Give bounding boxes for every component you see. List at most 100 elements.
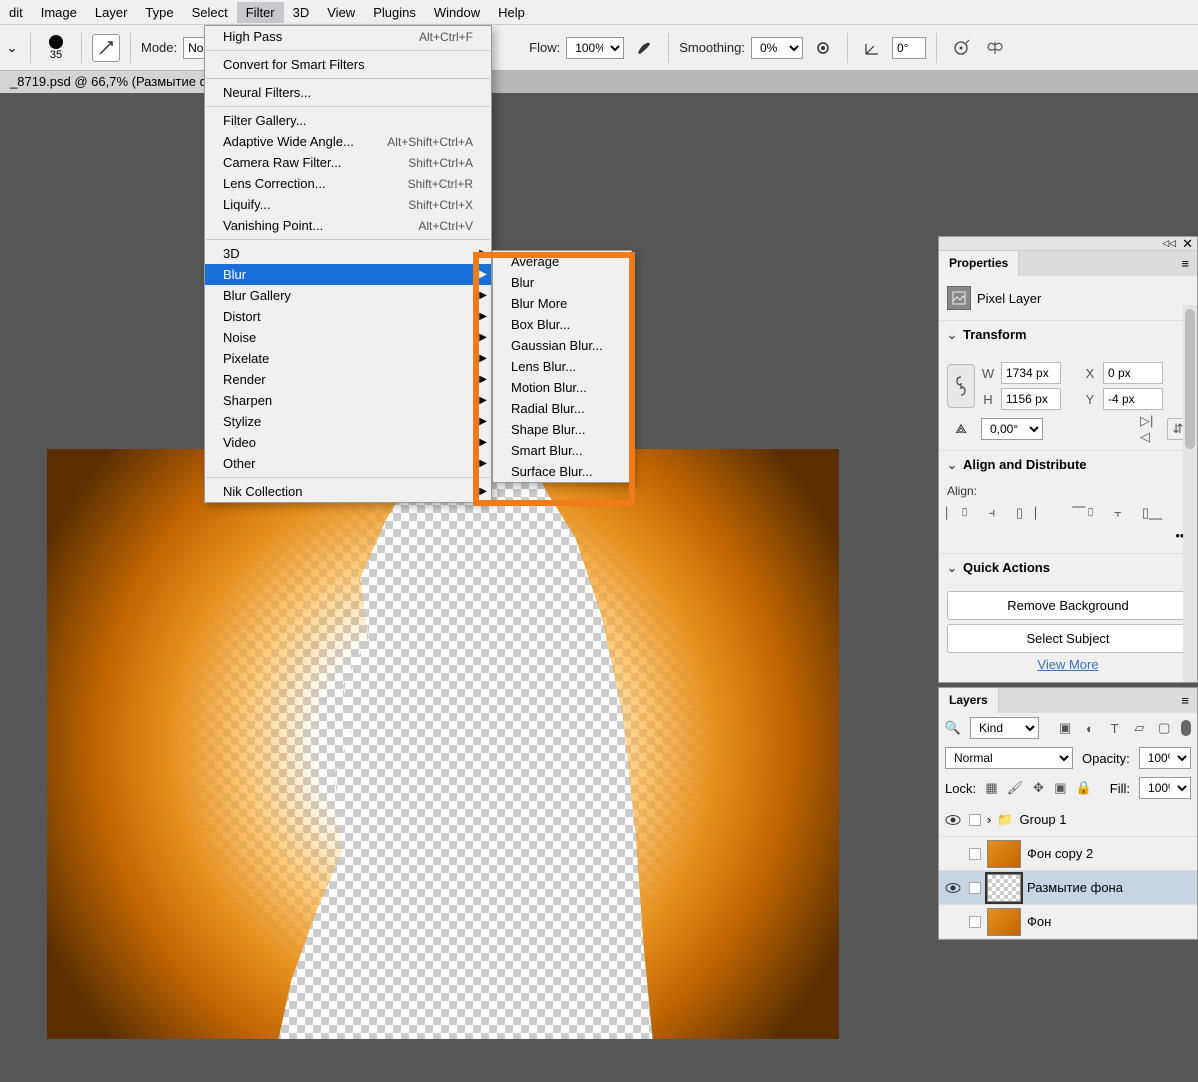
view-more-link[interactable]: View More [947, 657, 1189, 672]
menu-plugins[interactable]: Plugins [364, 2, 425, 23]
filter-menu-item[interactable]: Vanishing Point...Alt+Ctrl+V [205, 215, 491, 236]
filter-menu-item[interactable]: Stylize▶ [205, 411, 491, 432]
align-section-header[interactable]: Align and Distribute [939, 450, 1197, 478]
layer-thumbnail[interactable] [987, 840, 1021, 868]
canvas[interactable] [47, 449, 839, 1039]
filter-pixel-icon[interactable]: ▣ [1057, 720, 1073, 736]
remove-background-button[interactable]: Remove Background [947, 591, 1189, 620]
filter-menu-item[interactable]: Neural Filters... [205, 82, 491, 103]
smoothing-select[interactable]: 0% [751, 37, 803, 59]
panel-menu-icon[interactable]: ≡ [1173, 251, 1197, 276]
blur-submenu-item[interactable]: Surface Blur... [493, 461, 631, 482]
layer-checkbox[interactable] [969, 814, 981, 826]
flow-select[interactable]: 100% [566, 37, 624, 59]
filter-menu-item[interactable]: Liquify...Shift+Ctrl+X [205, 194, 491, 215]
visibility-eye-icon[interactable] [945, 882, 963, 894]
close-icon[interactable]: ✕ [1182, 236, 1193, 252]
layer-row[interactable]: ›📁Group 1 [939, 803, 1197, 837]
filter-menu-item[interactable]: Noise▶ [205, 327, 491, 348]
layer-checkbox[interactable] [969, 882, 981, 894]
blur-submenu-item[interactable]: Average [493, 251, 631, 272]
filter-menu-item[interactable]: Blur▶ [205, 264, 491, 285]
x-input[interactable] [1103, 362, 1163, 384]
transform-section-header[interactable]: Transform [939, 320, 1197, 348]
filter-shape-icon[interactable]: ▱ [1132, 720, 1148, 736]
y-input[interactable] [1103, 388, 1163, 410]
menu-edit[interactable]: dit [0, 2, 32, 23]
filter-menu-item[interactable]: Nik Collection▶ [205, 481, 491, 502]
align-top-icon[interactable]: ⎺▯ [1073, 502, 1095, 524]
filter-menu-item[interactable]: 3D▶ [205, 243, 491, 264]
filter-menu-item[interactable]: Lens Correction...Shift+Ctrl+R [205, 173, 491, 194]
layer-name[interactable]: Group 1 [1020, 812, 1067, 827]
width-input[interactable] [1001, 362, 1061, 384]
menu-select[interactable]: Select [183, 2, 237, 23]
align-bottom-icon[interactable]: ▯⎽ [1141, 502, 1163, 524]
blur-submenu-item[interactable]: Motion Blur... [493, 377, 631, 398]
filter-adjust-icon[interactable]: ◐ [1082, 720, 1098, 736]
target-pressure-icon[interactable] [947, 34, 975, 62]
layer-thumbnail[interactable] [987, 908, 1021, 936]
filter-toggle-icon[interactable] [1181, 720, 1191, 736]
filter-menu-item[interactable]: Distort▶ [205, 306, 491, 327]
blur-submenu-item[interactable]: Blur [493, 272, 631, 293]
blend-mode-select[interactable]: Normal [945, 747, 1073, 769]
filter-menu-item[interactable]: Blur Gallery▶ [205, 285, 491, 306]
tool-dropdown-icon[interactable]: ⌄ [4, 34, 20, 62]
select-subject-button[interactable]: Select Subject [947, 624, 1189, 653]
smoothing-gear-icon[interactable] [809, 34, 837, 62]
align-left-icon[interactable]: ⎸▯ [947, 502, 969, 524]
tablet-pressure-icon[interactable] [92, 34, 120, 62]
filter-menu-item[interactable]: Convert for Smart Filters [205, 54, 491, 75]
layers-panel-menu-icon[interactable]: ≡ [1173, 688, 1197, 713]
collapse-icon[interactable]: ◁◁ [1162, 238, 1176, 249]
properties-scrollbar[interactable] [1183, 305, 1197, 682]
opacity-select[interactable]: 100% [1139, 747, 1191, 769]
blur-submenu-item[interactable]: Blur More [493, 293, 631, 314]
layer-name[interactable]: Фон [1027, 914, 1051, 929]
angle-input[interactable] [892, 37, 926, 59]
filter-menu-item[interactable]: Pixelate▶ [205, 348, 491, 369]
brush-preview[interactable]: 35 [41, 35, 71, 61]
menu-type[interactable]: Type [136, 2, 182, 23]
layer-name[interactable]: Размытие фона [1027, 880, 1123, 895]
flip-horizontal-icon[interactable]: ▷|◁ [1139, 418, 1161, 440]
lock-move-icon[interactable]: ✥ [1032, 780, 1045, 796]
filter-smart-icon[interactable]: ▢ [1156, 720, 1172, 736]
menu-help[interactable]: Help [489, 2, 534, 23]
align-hcenter-icon[interactable]: ⫞ [981, 502, 1003, 524]
filter-menu-item[interactable]: Camera Raw Filter...Shift+Ctrl+A [205, 152, 491, 173]
search-icon[interactable]: 🔍 [945, 720, 961, 736]
filter-menu-item[interactable]: High PassAlt+Ctrl+F [205, 26, 491, 47]
lock-transparent-icon[interactable]: ▦ [985, 780, 998, 796]
blur-submenu-item[interactable]: Shape Blur... [493, 419, 631, 440]
quick-actions-header[interactable]: Quick Actions [939, 553, 1197, 581]
menu-view[interactable]: View [318, 2, 364, 23]
menu-image[interactable]: Image [32, 2, 86, 23]
filter-menu-item[interactable]: Render▶ [205, 369, 491, 390]
tab-layers[interactable]: Layers [939, 688, 999, 713]
lock-brush-icon[interactable]: 🖌 [1007, 780, 1023, 796]
layer-filter-select[interactable]: Kind [970, 717, 1039, 739]
filter-menu-item[interactable]: Sharpen▶ [205, 390, 491, 411]
menu-layer[interactable]: Layer [86, 2, 137, 23]
blur-submenu-item[interactable]: Lens Blur... [493, 356, 631, 377]
layer-row[interactable]: Фон copy 2 [939, 837, 1197, 871]
blur-submenu-item[interactable]: Radial Blur... [493, 398, 631, 419]
layer-row[interactable]: Размытие фона [939, 871, 1197, 905]
filter-menu-item[interactable]: Filter Gallery... [205, 110, 491, 131]
tab-properties[interactable]: Properties [939, 251, 1019, 276]
layer-row[interactable]: Фон [939, 905, 1197, 939]
document-tab[interactable]: _8719.psd @ 66,7% (Размытие фон [0, 71, 236, 93]
menu-3d[interactable]: 3D [284, 2, 319, 23]
lock-artboard-icon[interactable]: ▣ [1054, 780, 1067, 796]
blur-submenu-item[interactable]: Gaussian Blur... [493, 335, 631, 356]
align-vcenter-icon[interactable]: ⫟ [1107, 502, 1129, 524]
airbrush-icon[interactable] [630, 34, 658, 62]
layer-thumbnail[interactable] [987, 874, 1021, 902]
layer-checkbox[interactable] [969, 848, 981, 860]
filter-type-icon[interactable]: T [1107, 720, 1123, 736]
layer-checkbox[interactable] [969, 916, 981, 928]
rotate-input[interactable]: 0,00° [981, 418, 1043, 440]
blur-submenu-item[interactable]: Smart Blur... [493, 440, 631, 461]
